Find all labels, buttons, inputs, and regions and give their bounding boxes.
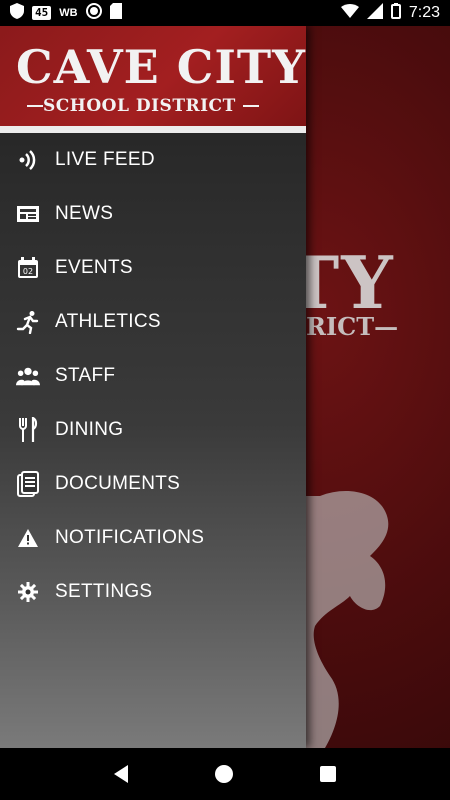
group-icon	[16, 364, 40, 388]
svg-text:02: 02	[23, 267, 33, 276]
shield-icon	[10, 2, 24, 24]
menu-item-label: ATHLETICS	[55, 311, 161, 332]
status-bar: 45 WB 2 7:23	[0, 0, 450, 26]
menu-item-dining[interactable]: DINING	[0, 403, 306, 457]
drawer-menu: LIVE FEED NEWS 02 EVENTS ATHLETICS STAFF	[0, 133, 306, 619]
battery-icon	[390, 2, 401, 24]
drawer-header-logo: CAVE CITY SCHOOL DISTRICT	[0, 26, 306, 133]
wifi-icon	[340, 3, 359, 23]
menu-item-news[interactable]: NEWS	[0, 187, 306, 241]
background-subtitle: RICT—	[306, 312, 399, 341]
menu-item-label: DOCUMENTS	[55, 473, 181, 494]
logo-title: CAVE CITY	[16, 40, 306, 94]
menu-item-notifications[interactable]: NOTIFICATIONS	[0, 511, 306, 565]
mascot-icon	[300, 491, 389, 766]
menu-item-label: SETTINGS	[55, 581, 153, 602]
system-navigation-bar	[0, 748, 450, 800]
record-icon	[85, 2, 102, 24]
status-bar-right: 2 7:23	[340, 2, 440, 24]
sd-card-icon	[109, 2, 122, 24]
logo-subtitle: SCHOOL DISTRICT	[43, 96, 236, 116]
navigation-drawer: CAVE CITY SCHOOL DISTRICT LIVE FEED NEWS…	[0, 26, 306, 748]
status-bar-left: 45 WB	[10, 2, 122, 24]
menu-item-athletics[interactable]: ATHLETICS	[0, 295, 306, 349]
menu-item-label: DINING	[55, 419, 124, 440]
back-icon[interactable]	[113, 765, 128, 783]
menu-item-staff[interactable]: STAFF	[0, 349, 306, 403]
news-icon	[16, 202, 40, 226]
logo-divider-left	[27, 105, 43, 107]
warning-icon	[16, 526, 40, 550]
logo-divider-right	[243, 105, 259, 107]
gear-icon	[16, 580, 40, 604]
menu-item-label: NEWS	[55, 203, 114, 224]
menu-item-label: STAFF	[55, 365, 116, 386]
channel-badge: 45	[32, 6, 52, 20]
home-icon[interactable]	[214, 765, 233, 783]
documents-icon	[16, 471, 40, 497]
cell-signal-icon	[366, 2, 383, 24]
recent-apps-icon[interactable]	[320, 766, 337, 782]
live-feed-icon	[16, 148, 40, 172]
utensils-icon	[16, 417, 40, 442]
menu-item-settings[interactable]: SETTINGS	[0, 565, 306, 619]
menu-item-label: EVENTS	[55, 257, 133, 278]
menu-item-events[interactable]: 02 EVENTS	[0, 241, 306, 295]
menu-item-live-feed[interactable]: LIVE FEED	[0, 133, 306, 187]
calendar-icon: 02	[16, 256, 40, 280]
menu-item-label: NOTIFICATIONS	[55, 527, 205, 548]
menu-item-label: LIVE FEED	[55, 149, 155, 170]
clock: 7:23	[408, 4, 440, 21]
network-badge: WB	[59, 7, 78, 19]
menu-item-documents[interactable]: DOCUMENTS	[0, 457, 306, 511]
runner-icon	[16, 310, 40, 334]
